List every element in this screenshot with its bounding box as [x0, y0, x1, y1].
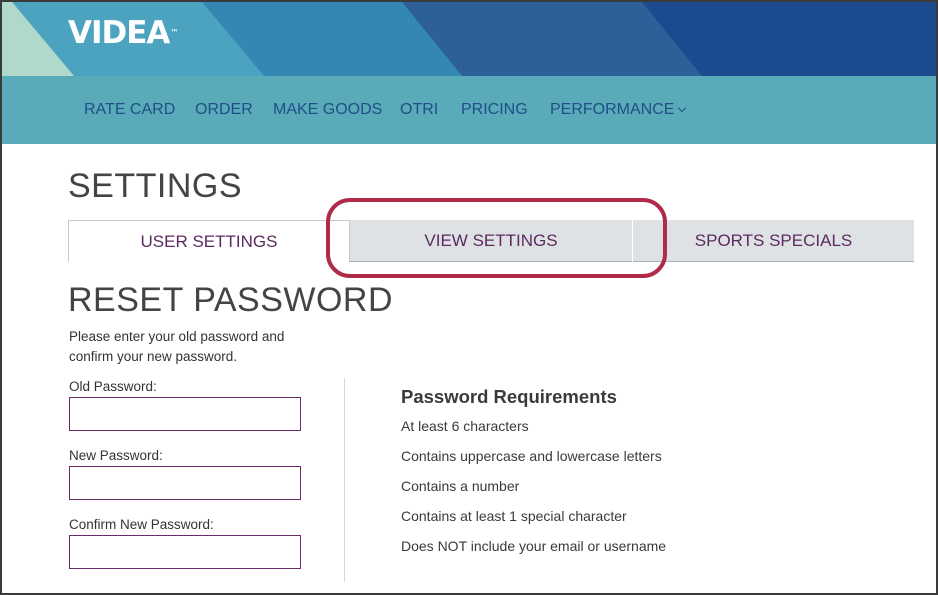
main-nav: RATE CARD ORDER MAKE GOODS OTRI PRICING …	[2, 76, 936, 144]
confirm-password-input[interactable]	[69, 535, 301, 569]
requirement-item: Does NOT include your email or username	[401, 538, 667, 554]
header-banner: VIDEA™	[2, 2, 936, 76]
requirement-item: At least 6 characters	[401, 418, 529, 434]
tab-user-settings[interactable]: USER SETTINGS	[68, 220, 350, 262]
nav-otri[interactable]: OTRI	[400, 100, 438, 120]
logo-trademark: ™	[170, 28, 179, 37]
nav-rate-card[interactable]: RATE CARD	[84, 100, 175, 120]
tab-sports-specials[interactable]: SPORTS SPECIALS	[633, 220, 914, 262]
password-requirements-heading: Password Requirements	[401, 386, 617, 407]
settings-tabs: USER SETTINGS VIEW SETTINGS SPORTS SPECI…	[68, 220, 914, 262]
requirement-item: Contains a number	[401, 478, 520, 494]
logo-text: VIDEA	[68, 15, 170, 51]
page-title: SETTINGS	[68, 167, 243, 205]
new-password-input[interactable]	[69, 466, 301, 500]
new-password-label: New Password:	[69, 448, 163, 463]
nav-performance[interactable]: PERFORMANCE	[550, 100, 687, 120]
column-divider	[344, 378, 345, 582]
tab-view-settings[interactable]: VIEW SETTINGS	[350, 220, 632, 262]
old-password-label: Old Password:	[69, 379, 157, 394]
chevron-down-icon	[678, 103, 687, 113]
old-password-input[interactable]	[69, 397, 301, 431]
nav-pricing[interactable]: PRICING	[461, 100, 528, 120]
requirement-item: Contains uppercase and lowercase letters	[401, 448, 662, 464]
nav-performance-label: PERFORMANCE	[550, 101, 675, 118]
reset-instructions: Please enter your old password and confi…	[69, 329, 285, 364]
browser-frame: VIDEA™ RATE CARD ORDER MAKE GOODS OTRI P…	[0, 0, 938, 595]
videa-logo[interactable]: VIDEA™	[68, 16, 178, 50]
confirm-password-label: Confirm New Password:	[69, 517, 214, 532]
reset-password-heading: RESET PASSWORD	[68, 281, 394, 319]
nav-order[interactable]: ORDER	[195, 100, 253, 120]
requirement-item: Contains at least 1 special character	[401, 508, 627, 524]
nav-make-goods[interactable]: MAKE GOODS	[273, 100, 382, 120]
